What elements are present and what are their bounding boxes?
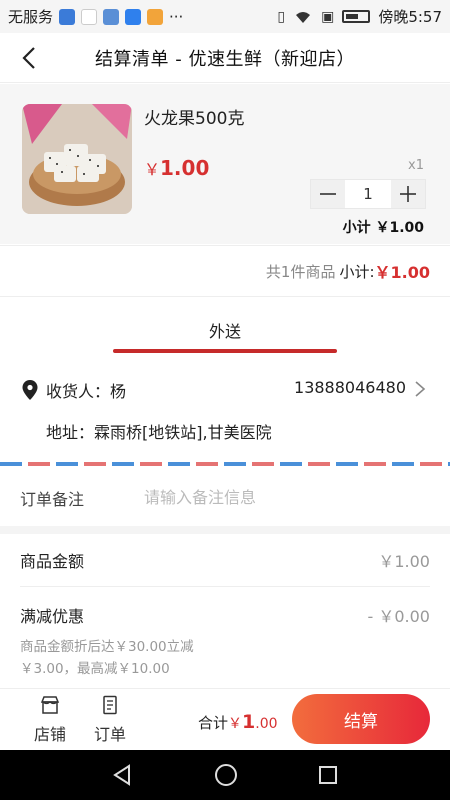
- checkout-bar: 店铺 订单 合计￥1.00 结算: [0, 688, 450, 748]
- gallery-notification-icon: [103, 8, 120, 25]
- receiver-name: 收货人：杨: [46, 382, 127, 401]
- orders-button[interactable]: 订单: [90, 695, 130, 745]
- orders-label: 订单: [93, 725, 126, 744]
- product-card: 火龙果500克 ￥1.00 x1 1 小计 ￥1.00: [0, 84, 450, 244]
- nav-recents-icon[interactable]: [318, 765, 338, 785]
- delivery-address: 地址：霖雨桥[地铁站],甘美医院: [46, 423, 272, 442]
- address-block[interactable]: 收货人：杨 13888046480 地址：霖雨桥[地铁站],甘美医院: [0, 362, 450, 458]
- store-icon: [40, 696, 60, 714]
- nav-bar: 结算清单 - 优速生鲜（新迎店）: [0, 33, 450, 83]
- product-price-symbol: ￥: [144, 160, 161, 179]
- discount-label: 满减优惠: [20, 607, 85, 626]
- discount-note-line-2: ￥3.00，最高减￥10.00: [20, 661, 170, 677]
- product-image: [22, 104, 132, 214]
- app-notification-icon: [59, 8, 76, 25]
- delivery-tabs: 外送: [0, 300, 450, 358]
- decrease-button[interactable]: [311, 180, 345, 208]
- total: 合计￥1.00: [198, 711, 278, 733]
- summary-subtotal-label: 小计:: [339, 262, 375, 281]
- goods-amount-label: 商品金额: [20, 552, 85, 571]
- total-symbol: ￥: [228, 716, 243, 732]
- page-title: 结算清单 - 优速生鲜（新迎店）: [95, 48, 355, 70]
- shop-button[interactable]: 店铺: [30, 695, 70, 745]
- increase-button[interactable]: [391, 180, 425, 208]
- clock: 傍晚5:57: [378, 8, 442, 26]
- discount-value: - ￥0.00: [367, 607, 431, 626]
- product-name: 火龙果500克: [144, 109, 245, 129]
- quantity-value[interactable]: 1: [345, 180, 391, 208]
- tab-delivery[interactable]: 外送: [0, 318, 450, 342]
- summary-subtotal-amount: ￥1.00: [374, 263, 430, 282]
- plus-icon: [400, 186, 416, 202]
- product-quantity-label: x1: [408, 158, 424, 173]
- back-button[interactable]: [14, 43, 44, 73]
- product-price: ￥1.00: [144, 156, 209, 180]
- shop-label: 店铺: [33, 725, 66, 744]
- game-notification-icon: [147, 8, 164, 25]
- section-gap: [0, 526, 450, 534]
- order-remark-row: 订单备注: [0, 470, 450, 525]
- product-price-value: 1.00: [160, 156, 210, 180]
- total-label: 合计: [198, 714, 229, 732]
- minus-icon: [320, 193, 336, 195]
- wifi-icon: [296, 11, 311, 23]
- goods-amount-value: ￥1.00: [378, 552, 430, 571]
- status-right: ▯ ▣ 傍晚5:57: [277, 6, 442, 27]
- video-notification-icon: [125, 8, 142, 25]
- sim-icon: ▣: [321, 8, 335, 25]
- quantity-stepper: 1: [310, 179, 426, 209]
- vibrate-icon: ▯: [277, 8, 286, 25]
- carrier-text: 无服务: [8, 8, 54, 26]
- pinwheel-notification-icon: [81, 8, 98, 25]
- goods-amount-row: 商品金额 ￥1.00: [20, 548, 430, 572]
- more-notifications: ···: [169, 7, 184, 26]
- back-arrow-icon: [22, 47, 35, 69]
- order-remark-input[interactable]: [144, 488, 404, 507]
- discount-note-line-1: 商品金额折后达￥30.00立减: [20, 639, 194, 655]
- nav-home-icon[interactable]: [214, 763, 238, 787]
- status-bar: 无服务 ··· ▯ ▣ 傍晚5:57: [0, 0, 450, 33]
- address-divider-stripe: [0, 462, 450, 466]
- receiver-phone: 13888046480: [294, 378, 406, 397]
- fee-divider: [20, 586, 430, 587]
- item-count: 共1件商品: [265, 262, 336, 281]
- system-nav-bar: [0, 750, 450, 800]
- location-pin-icon: [22, 380, 38, 400]
- order-list-icon: [103, 695, 117, 715]
- discount-note: 商品金额折后达￥30.00立减 ￥3.00，最高减￥10.00: [20, 636, 240, 680]
- tab-active-indicator: [113, 349, 337, 353]
- battery-icon: [342, 10, 371, 23]
- checkout-button[interactable]: 结算: [292, 694, 430, 744]
- status-left: 无服务 ···: [8, 6, 183, 27]
- order-summary: 共1件商品 小计: ￥1.00: [0, 245, 450, 297]
- order-remark-label: 订单备注: [20, 489, 85, 509]
- nav-back-icon[interactable]: [112, 764, 134, 786]
- chevron-right-icon: [415, 381, 426, 397]
- discount-row: 满减优惠 - ￥0.00: [20, 603, 430, 627]
- total-decimal: .00: [255, 716, 278, 732]
- product-subtotal: 小计 ￥1.00: [342, 220, 424, 236]
- total-integer: 1: [242, 711, 256, 733]
- total-amount: ￥1.00: [228, 711, 278, 733]
